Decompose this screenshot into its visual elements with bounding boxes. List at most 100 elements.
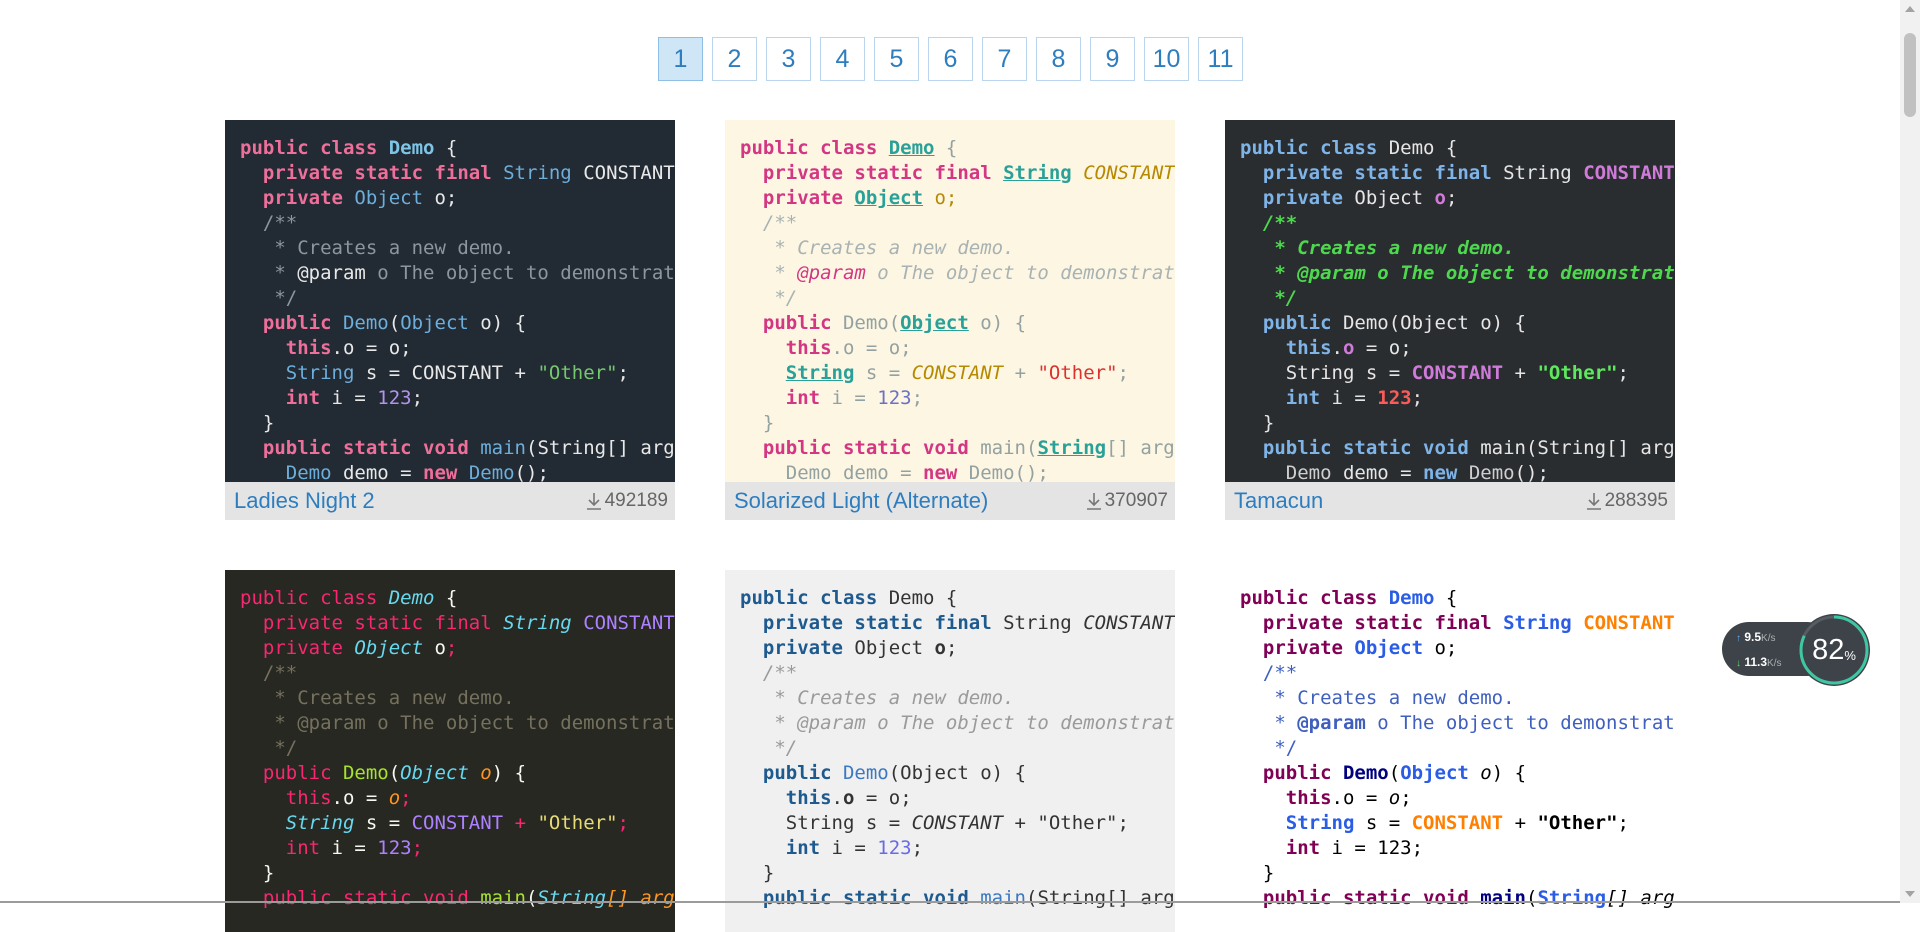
- code-token: ;: [617, 362, 629, 384]
- theme-card[interactable]: public class Demo { private static final…: [725, 570, 1175, 932]
- page-link-8[interactable]: 8: [1036, 37, 1081, 81]
- code-token: ;: [945, 637, 958, 659]
- code-line: int i = 123;: [1240, 836, 1675, 861]
- code-token: * Creates a new demo.: [740, 237, 1015, 259]
- code-token: {: [434, 137, 458, 159]
- code-token: main(: [980, 437, 1038, 459]
- code-token: CONSTANT: [1071, 162, 1175, 184]
- code-token: (: [388, 762, 401, 784]
- code-token: String: [1003, 612, 1084, 634]
- code-token: (: [388, 312, 401, 334]
- theme-card[interactable]: public class Demo { private static final…: [225, 120, 675, 520]
- code-line: String s = CONSTANT + "Other";: [1240, 811, 1675, 836]
- scrollbar-thumb[interactable]: [1904, 33, 1916, 117]
- code-token: /**: [740, 212, 798, 234]
- code-token: (: [1526, 887, 1538, 909]
- code-line: Demo demo = new Demo();: [1240, 461, 1675, 482]
- page-link-11[interactable]: 11: [1198, 37, 1243, 81]
- code-token: ;: [1445, 187, 1458, 209]
- code-token: public static void: [762, 437, 981, 459]
- code-token: o: [480, 762, 492, 784]
- code-token: o: [934, 637, 946, 659]
- code-line: int i = 123;: [740, 386, 1175, 411]
- code-token: String: [1537, 887, 1607, 909]
- code-token: s =: [854, 362, 912, 384]
- scroll-down-icon[interactable]: [1905, 891, 1915, 897]
- code-line: * @param o The object to demonstrate: [740, 711, 1175, 736]
- code-token: +: [1503, 812, 1538, 834]
- network-speed-widget[interactable]: ↑ 9.5K/s ↓ 11.3K/s 82%: [1722, 612, 1872, 688]
- code-token: String: [285, 362, 355, 384]
- code-token: private: [762, 187, 855, 209]
- download-count: 288395: [1586, 490, 1668, 512]
- code-token: public class: [1240, 137, 1389, 159]
- code-line: private static final String CONSTANT: [740, 161, 1175, 186]
- page-link-7[interactable]: 7: [982, 37, 1027, 81]
- code-line: public Demo(Object o) {: [240, 761, 675, 786]
- upload-speed: ↑ 9.5K/s: [1736, 630, 1775, 644]
- scroll-up-icon[interactable]: [1905, 6, 1915, 12]
- code-line: int i = 123;: [1240, 386, 1675, 411]
- download-unit: K/s: [1767, 658, 1782, 669]
- code-preview[interactable]: public class Demo { private static final…: [725, 570, 1175, 932]
- code-token: private: [262, 187, 355, 209]
- code-preview[interactable]: public class Demo { private static final…: [225, 120, 675, 482]
- page-link-6[interactable]: 6: [928, 37, 973, 81]
- page-link-10[interactable]: 10: [1144, 37, 1189, 81]
- page-link-2[interactable]: 2: [712, 37, 757, 81]
- code-line: this.o = o;: [1240, 786, 1675, 811]
- code-line: private Object o;: [740, 186, 1175, 211]
- page-link-4[interactable]: 4: [820, 37, 865, 81]
- code-token: Object: [854, 187, 924, 209]
- code-token: CONSTANT: [911, 362, 1004, 384]
- code-token: Demo(: [842, 312, 901, 334]
- code-preview[interactable]: public class Demo { private static final…: [225, 570, 675, 932]
- code-token: public: [262, 312, 343, 334]
- code-token: */: [240, 287, 298, 309]
- code-line: int i = 123;: [240, 386, 675, 411]
- code-preview[interactable]: public class Demo { private static final…: [1225, 120, 1675, 482]
- code-preview[interactable]: public class Demo { private static final…: [725, 120, 1175, 482]
- code-token: Demo: [342, 762, 389, 784]
- theme-card[interactable]: public class Demo { private static final…: [225, 570, 675, 932]
- code-token: int: [1285, 387, 1321, 409]
- page-link-1[interactable]: 1: [658, 37, 703, 81]
- code-line: /**: [1240, 211, 1675, 236]
- vertical-scrollbar[interactable]: [1900, 0, 1920, 903]
- code-token: int: [785, 387, 821, 409]
- page-link-9[interactable]: 9: [1090, 37, 1135, 81]
- code-line: public Demo(Object o) {: [240, 311, 675, 336]
- page-link-3[interactable]: 3: [766, 37, 811, 81]
- theme-name-link[interactable]: Tamacun: [1234, 488, 1323, 514]
- code-token: this: [1285, 787, 1332, 809]
- code-token: CONSTANT: [1571, 612, 1675, 634]
- theme-name-link[interactable]: Ladies Night 2: [234, 488, 375, 514]
- page-link-5[interactable]: 5: [874, 37, 919, 81]
- code-token: * Creates a new demo.: [240, 687, 515, 709]
- code-preview[interactable]: public class Demo { private static final…: [1225, 570, 1675, 932]
- code-token: Demo: [285, 462, 332, 482]
- theme-card[interactable]: public class Demo { private static final…: [1225, 120, 1675, 520]
- code-token: private: [762, 637, 855, 659]
- theme-card[interactable]: public class Demo { private static final…: [725, 120, 1175, 520]
- download-value: 11.3: [1744, 655, 1768, 669]
- code-line: * @param o The object to demonstrate: [1240, 711, 1675, 736]
- code-token: /**: [1240, 212, 1298, 234]
- code-token: o: [1342, 337, 1355, 359]
- theme-name-link[interactable]: Solarized Light (Alternate): [734, 488, 988, 514]
- code-token: private: [240, 637, 355, 659]
- code-token: String: [785, 362, 855, 384]
- theme-card[interactable]: public class Demo { private static final…: [1225, 570, 1675, 932]
- code-token: * Creates a new demo.: [740, 687, 1015, 709]
- code-token: public: [762, 762, 843, 784]
